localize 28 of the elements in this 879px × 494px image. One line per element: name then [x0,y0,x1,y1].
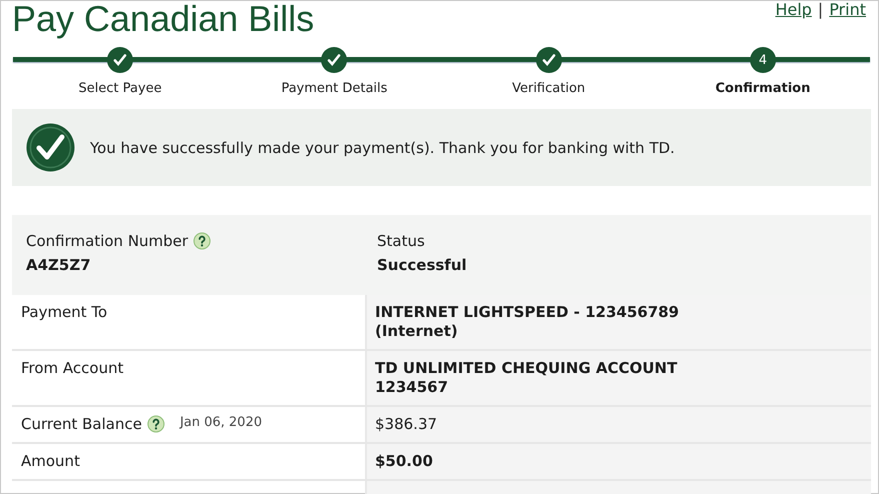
step-label: Select Payee [78,81,162,96]
step-label: Confirmation [715,81,810,96]
help-link[interactable]: Help [775,0,812,19]
field-label: From Account [21,359,124,377]
field-value: Successful [377,256,468,274]
balance-date: Jan 06, 2020 [180,415,262,430]
field-label: Payment To [21,303,108,321]
print-link[interactable]: Print [829,0,866,19]
field-value: $50.00 [375,452,434,471]
step-label: Verification [512,81,586,96]
field-value: 1234567 [375,378,450,397]
field-value: INTERNET LIGHTSPEED - 123456789 [375,303,680,322]
success-check-icon [26,123,75,172]
field-label: Amount [21,452,80,470]
link-separator: | [818,0,824,19]
field-value: $386.37 [375,415,438,434]
field-label: Confirmation Number [26,232,188,250]
help-icon[interactable] [146,415,165,433]
field-label: Current Balance [21,415,142,433]
field-value: A4Z5Z7 [26,256,92,274]
success-message: You have successfully made your payment(s). Thank you for banking with TD. [90,138,675,156]
step-number: 4 [750,47,776,73]
field-label: Status [377,232,425,250]
field-value: (Internet) [375,322,459,341]
field-value: TD UNLIMITED CHEQUING ACCOUNT [375,359,678,378]
step-label: Payment Details [281,81,388,96]
page-title: Pay Canadian Bills [12,0,314,41]
help-icon[interactable] [193,232,212,250]
